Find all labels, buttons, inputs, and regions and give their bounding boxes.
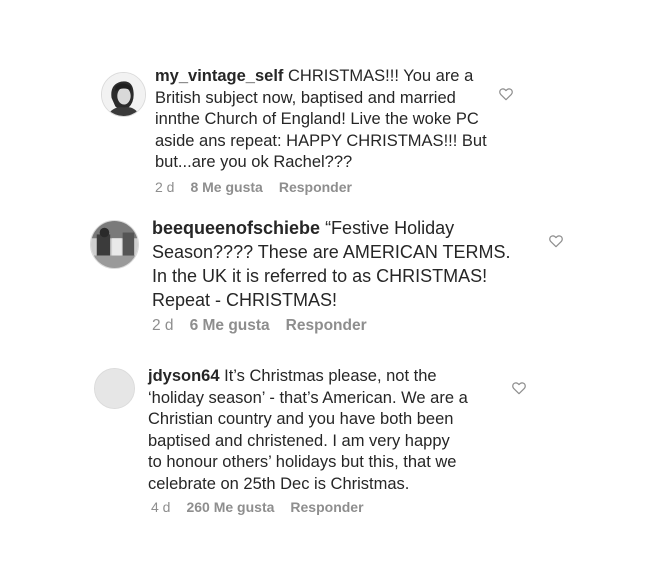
comment-age: 2 d [155, 179, 175, 195]
likes-count-button[interactable]: 8 Me gusta [190, 179, 262, 195]
reply-button[interactable]: Responder [279, 179, 352, 195]
comment-text: beequeenofschiebe “Festive Holiday Seaso… [152, 216, 532, 312]
heart-outline-icon [549, 235, 563, 248]
reply-button[interactable]: Responder [290, 499, 363, 515]
avatar[interactable] [94, 368, 135, 409]
user-photo-avatar-icon [91, 221, 138, 268]
heart-outline-icon [512, 382, 526, 395]
default-avatar-icon [95, 369, 134, 408]
likes-count-button[interactable]: 260 Me gusta [186, 499, 274, 515]
comment-content: It’s Christmas please, not the ‘holiday … [148, 367, 468, 493]
user-photo-avatar-icon [102, 73, 145, 116]
heart-outline-icon [499, 88, 513, 101]
comment-text: my_vintage_self CHRISTMAS!!! You are a B… [155, 66, 505, 174]
comment-meta: 2 d 8 Me gusta Responder [155, 179, 352, 195]
like-button[interactable] [498, 86, 514, 102]
reply-button[interactable]: Responder [286, 317, 367, 335]
comment-username[interactable]: jdyson64 [148, 367, 220, 385]
like-button[interactable] [511, 380, 527, 396]
comment-text: jdyson64 It’s Christmas please, not the … [148, 366, 518, 495]
comment-username[interactable]: beequeenofschiebe [152, 218, 320, 238]
comment-meta: 4 d 260 Me gusta Responder [151, 499, 364, 515]
comment-username[interactable]: my_vintage_self [155, 67, 283, 85]
avatar[interactable] [90, 220, 139, 269]
comment-age: 4 d [151, 499, 171, 515]
comment-meta: 2 d 6 Me gusta Responder [152, 317, 367, 335]
avatar[interactable] [101, 72, 146, 117]
like-button[interactable] [548, 233, 564, 249]
comment-age: 2 d [152, 317, 174, 334]
likes-count-button[interactable]: 6 Me gusta [190, 317, 270, 335]
